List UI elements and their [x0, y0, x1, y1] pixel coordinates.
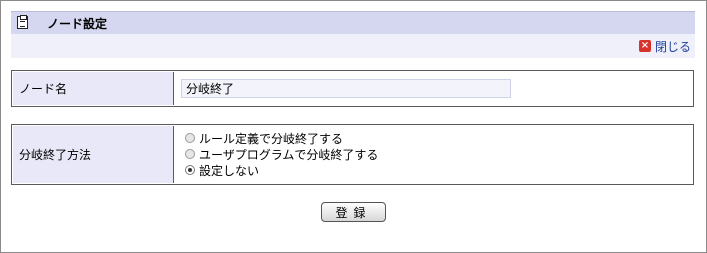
branch-end-method-options: ルール定義で分岐終了する ユーザプログラムで分岐終了する 設定しない — [175, 126, 692, 183]
radio-option-rule-definition[interactable]: ルール定義で分岐終了する — [185, 130, 378, 146]
node-name-value-cell — [175, 72, 692, 105]
close-x-icon: × — [638, 40, 651, 52]
radio-label: ユーザプログラムで分岐終了する — [199, 147, 379, 162]
toolbar: × 閉じる — [11, 34, 695, 58]
radio-button[interactable] — [185, 149, 195, 159]
radio-button[interactable] — [185, 133, 195, 143]
radio-label: 設定しない — [199, 163, 260, 178]
page-title: ノード設定 — [47, 17, 108, 31]
radio-button-selected[interactable] — [185, 165, 195, 175]
branch-end-method-label: 分岐終了方法 — [13, 126, 174, 183]
radio-group: ルール定義で分岐終了する ユーザプログラムで分岐終了する 設定しない — [185, 130, 378, 178]
node-name-label: ノード名 — [13, 72, 174, 105]
radio-label: ルール定義で分岐終了する — [199, 131, 344, 146]
radio-option-not-set[interactable]: 設定しない — [185, 162, 378, 178]
close-button[interactable]: × 閉じる — [638, 39, 691, 54]
node-name-input[interactable] — [181, 79, 511, 98]
radio-option-user-program[interactable]: ユーザプログラムで分岐終了する — [185, 146, 378, 162]
node-settings-panel: ノード設定 × 閉じる ノード名 分岐終了方法 ルール定義で分岐終了する ユーザ… — [0, 0, 707, 253]
register-button[interactable]: 登録 — [321, 202, 386, 222]
title-bar: ノード設定 — [11, 11, 695, 34]
branch-end-method-row: 分岐終了方法 ルール定義で分岐終了する ユーザプログラムで分岐終了する 設定しな… — [11, 124, 694, 185]
node-name-row: ノード名 — [11, 70, 694, 107]
clipboard-icon — [17, 15, 28, 29]
close-label: 閉じる — [654, 39, 691, 54]
